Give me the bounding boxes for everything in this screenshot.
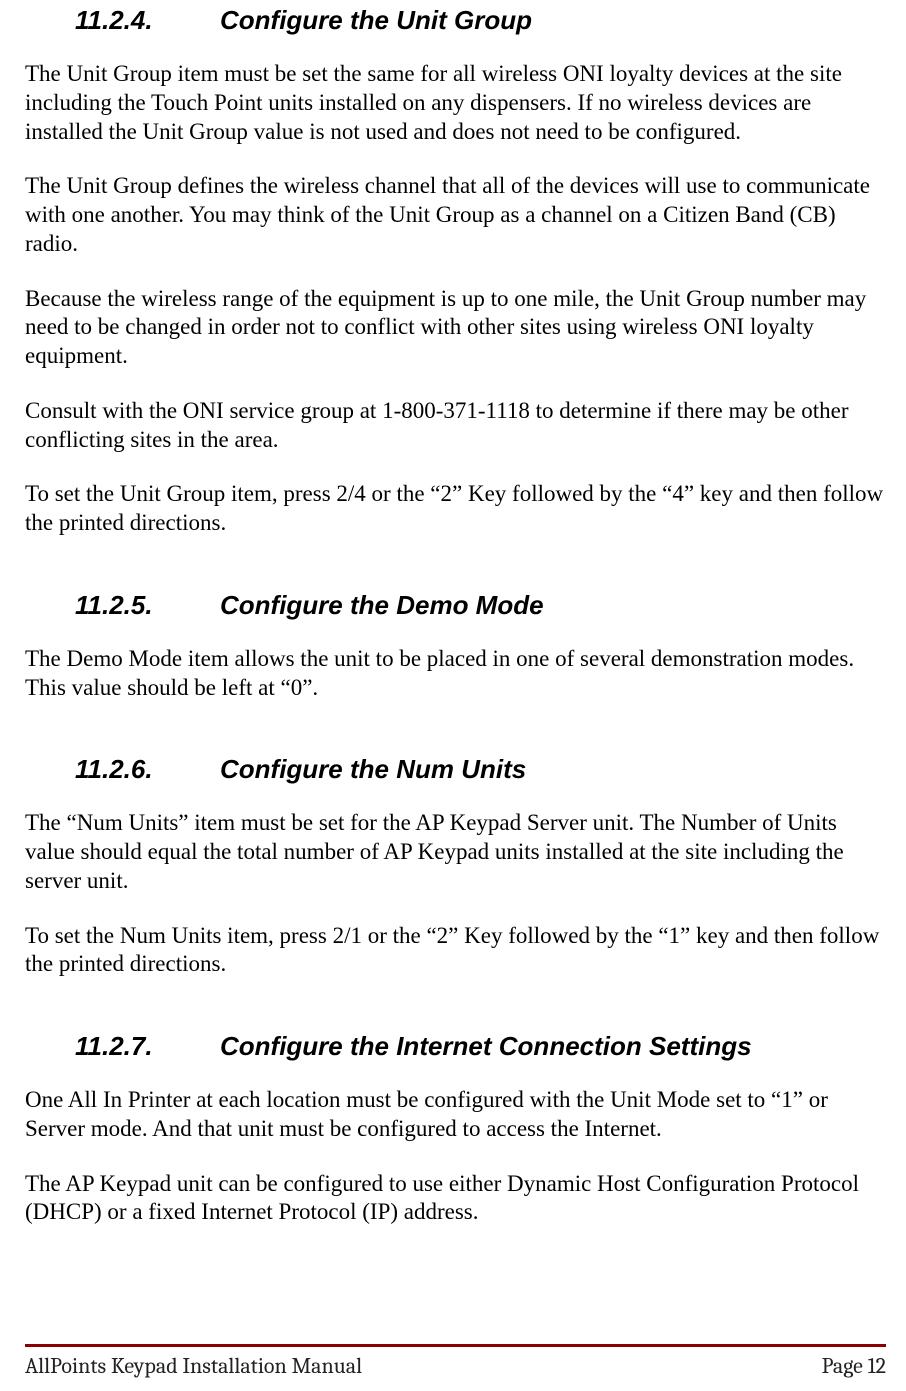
paragraph: The “Num Units” item must be set for the… [25,809,886,895]
paragraph: Consult with the ONI service group at 1-… [25,397,886,455]
paragraph: The Unit Group item must be set the same… [25,60,886,146]
heading-number: 11.2.7. [75,1031,220,1062]
heading-11-2-7: 11.2.7. Configure the Internet Connectio… [75,1031,886,1062]
heading-11-2-5: 11.2.5. Configure the Demo Mode [75,590,886,621]
footer-row: AllPoints Keypad Installation Manual Pag… [25,1353,886,1379]
heading-11-2-4: 11.2.4. Configure the Unit Group [75,5,886,36]
paragraph: One All In Printer at each location must… [25,1086,886,1144]
paragraph: The Demo Mode item allows the unit to be… [25,645,886,703]
footer-title: AllPoints Keypad Installation Manual [25,1353,362,1379]
paragraph: To set the Num Units item, press 2/1 or … [25,922,886,980]
heading-number: 11.2.5. [75,590,220,621]
paragraph: The Unit Group defines the wireless chan… [25,172,886,258]
heading-number: 11.2.6. [75,754,220,785]
paragraph: Because the wireless range of the equipm… [25,285,886,371]
page-footer: AllPoints Keypad Installation Manual Pag… [0,1344,906,1391]
heading-title: Configure the Internet Connection Settin… [220,1031,752,1062]
heading-11-2-6: 11.2.6. Configure the Num Units [75,754,886,785]
heading-title: Configure the Num Units [220,754,526,785]
heading-number: 11.2.4. [75,5,220,36]
footer-page-number: Page 12 [822,1353,886,1379]
page-content: 11.2.4. Configure the Unit Group The Uni… [25,0,886,1315]
heading-title: Configure the Demo Mode [220,590,544,621]
footer-divider [25,1344,886,1347]
heading-title: Configure the Unit Group [220,5,532,36]
paragraph: To set the Unit Group item, press 2/4 or… [25,480,886,538]
paragraph: The AP Keypad unit can be configured to … [25,1170,886,1228]
